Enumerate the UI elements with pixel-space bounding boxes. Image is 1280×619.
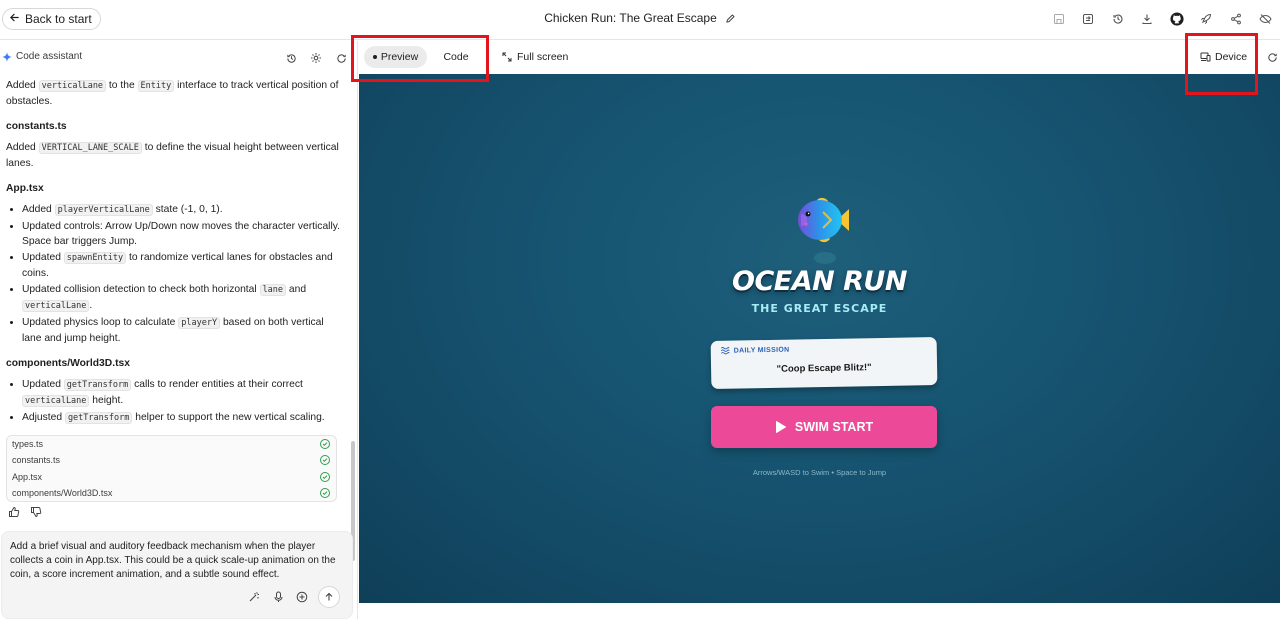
preview-footer bbox=[359, 603, 1280, 619]
github-icon[interactable] bbox=[1162, 10, 1192, 28]
waves-icon bbox=[720, 347, 730, 355]
section-text: Added VERTICAL_LANE_SCALE to define the … bbox=[6, 142, 339, 169]
daily-mission-card: DAILY MISSION "Coop Escape Blitz!" bbox=[710, 337, 938, 389]
send-button[interactable] bbox=[318, 586, 340, 608]
game-preview[interactable]: OCEAN RUN THE GREAT ESCAPE DAILY MISSION… bbox=[359, 74, 1280, 603]
active-dot-icon bbox=[372, 55, 377, 59]
list-item: Updated physics loop to calculate player… bbox=[22, 315, 344, 346]
magic-wand-icon[interactable] bbox=[246, 589, 262, 605]
section-heading: App.tsx bbox=[6, 183, 44, 194]
device-button[interactable]: Device bbox=[1200, 51, 1247, 63]
expand-icon bbox=[502, 52, 512, 62]
prompt-composer[interactable]: Add a brief visual and auditory feedback… bbox=[1, 531, 353, 619]
history-icon[interactable] bbox=[1103, 10, 1133, 28]
check-circle-icon bbox=[320, 471, 330, 482]
sync-icon[interactable] bbox=[1074, 10, 1104, 28]
top-toolbar bbox=[1044, 10, 1280, 28]
list-item: Added playerVerticalLane state (-1, 0, 1… bbox=[22, 202, 344, 218]
thumbs-up-icon[interactable] bbox=[8, 506, 20, 521]
devices-icon bbox=[1200, 52, 1211, 62]
assistant-title: Code assistant bbox=[2, 51, 82, 62]
file-row[interactable]: App.tsx bbox=[7, 469, 336, 485]
refresh-icon[interactable] bbox=[333, 50, 349, 66]
back-to-start-label: Back to start bbox=[25, 12, 92, 26]
app-title: Chicken Run: The Great Escape bbox=[544, 11, 717, 25]
swim-start-button[interactable]: SWIM START bbox=[711, 406, 937, 448]
deploy-rocket-icon[interactable] bbox=[1192, 10, 1222, 28]
pencil-icon[interactable] bbox=[725, 13, 736, 24]
save-icon[interactable] bbox=[1044, 10, 1074, 28]
code-assistant-panel: Code assistant Added verticalLane to the… bbox=[0, 41, 358, 619]
preview-tab[interactable]: Preview bbox=[364, 46, 427, 68]
add-circle-icon[interactable] bbox=[294, 589, 310, 605]
fish-icon bbox=[798, 197, 849, 243]
section-heading: components/World3D.tsx bbox=[6, 358, 130, 369]
game-logo: OCEAN RUN bbox=[732, 266, 907, 297]
file-row[interactable]: types.ts bbox=[7, 436, 336, 452]
file-row[interactable]: components/World3D.tsx bbox=[7, 485, 336, 501]
mission-text: "Coop Escape Blitz!" bbox=[776, 362, 872, 375]
full-screen-button[interactable]: Full screen bbox=[502, 51, 568, 63]
list-item: Updated spawnEntity to randomize vertica… bbox=[22, 250, 344, 281]
download-icon[interactable] bbox=[1133, 10, 1163, 28]
preview-toolbar: Preview Code Full screen Device bbox=[359, 41, 1280, 74]
feedback-buttons bbox=[8, 506, 42, 521]
microphone-icon[interactable] bbox=[270, 589, 286, 605]
mission-label: DAILY MISSION bbox=[720, 346, 790, 355]
check-circle-icon bbox=[320, 455, 330, 466]
change-list: Updated getTransform calls to render ent… bbox=[6, 377, 344, 426]
check-circle-icon bbox=[320, 439, 330, 450]
prompt-input[interactable]: Add a brief visual and auditory feedback… bbox=[10, 540, 346, 581]
thumbs-down-icon[interactable] bbox=[30, 506, 42, 521]
intro-text: Added verticalLane to the Entity interfa… bbox=[6, 80, 339, 107]
share-icon[interactable] bbox=[1221, 10, 1251, 28]
change-list: Added playerVerticalLane state (-1, 0, 1… bbox=[6, 202, 344, 346]
assistant-header: Code assistant bbox=[0, 41, 357, 73]
history-icon[interactable] bbox=[283, 50, 299, 66]
list-item: Updated controls: Arrow Up/Down now move… bbox=[22, 219, 344, 249]
settings-gear-icon[interactable] bbox=[308, 50, 324, 66]
fish-reflection bbox=[814, 252, 836, 264]
controls-hint: Arrows/WASD to Swim • Space to Jump bbox=[752, 468, 887, 477]
hide-eye-icon[interactable] bbox=[1251, 10, 1280, 28]
section-heading: constants.ts bbox=[6, 121, 67, 132]
game-subtitle: THE GREAT ESCAPE bbox=[751, 302, 888, 315]
code-tab[interactable]: Code bbox=[436, 46, 476, 68]
changed-files-list: types.ts constants.ts App.tsx components… bbox=[6, 435, 337, 503]
back-to-start-button[interactable]: Back to start bbox=[2, 8, 101, 30]
check-circle-icon bbox=[320, 488, 330, 499]
file-row[interactable]: constants.ts bbox=[7, 452, 336, 468]
play-icon bbox=[775, 421, 786, 433]
sparkle-icon bbox=[2, 51, 12, 62]
top-bar: Back to start Chicken Run: The Great Esc… bbox=[0, 0, 1280, 40]
arrow-up-icon bbox=[325, 592, 333, 601]
arrow-left-icon bbox=[9, 12, 20, 26]
list-item: Updated collision detection to check bot… bbox=[22, 282, 344, 314]
list-item: Updated getTransform calls to render ent… bbox=[22, 377, 344, 409]
list-item: Adjusted getTransform helper to support … bbox=[22, 410, 344, 426]
refresh-preview-icon[interactable] bbox=[1267, 51, 1278, 66]
